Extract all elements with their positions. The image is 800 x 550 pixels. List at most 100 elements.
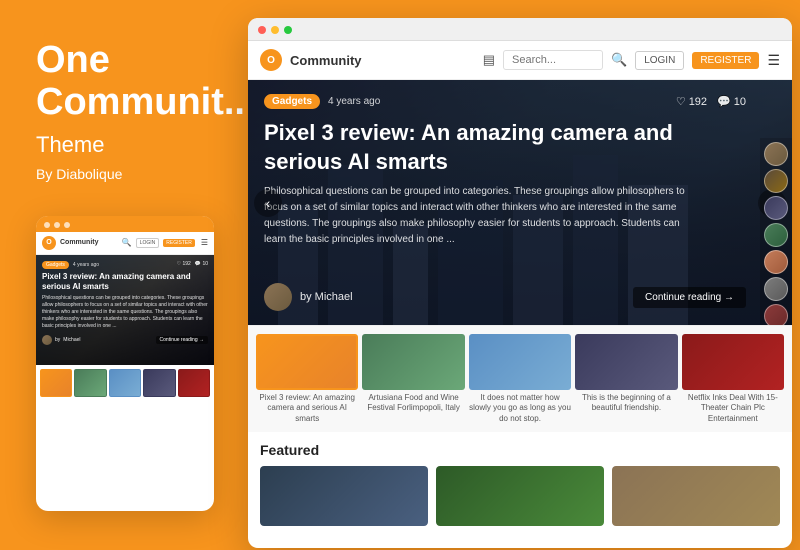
browser-dot-close [258, 26, 266, 34]
app-title: One Communit.. [36, 40, 245, 124]
search-input[interactable] [503, 50, 603, 70]
app-subtitle: Theme [36, 132, 104, 158]
mobile-hero-author-row: by Michael Continue reading → [42, 335, 208, 345]
mobile-login-button[interactable]: LOGIN [136, 238, 160, 248]
mobile-hero: Gadgets 4 years ago ♡ 192 💬 10 Pixel 3 r… [36, 255, 214, 365]
mobile-thumb-img-3 [109, 369, 141, 397]
featured-card-img-3 [612, 466, 780, 526]
thumb-img-1 [256, 334, 358, 390]
mobile-author-by: by [55, 337, 60, 343]
featured-section: Featured [248, 432, 792, 536]
featured-card-2[interactable] [436, 466, 604, 526]
hero-continue-button[interactable]: Continue reading → [633, 287, 746, 308]
comments-count: 10 [734, 96, 746, 108]
mobile-gadgets-badge: Gadgets [42, 261, 69, 269]
mobile-dot-1 [44, 222, 50, 228]
thumbnails-row: Pixel 3 review: An amazing camera and se… [248, 325, 792, 432]
mobile-thumb-img-5 [178, 369, 210, 397]
featured-card-img-2 [436, 466, 604, 526]
mobile-dot-3 [64, 222, 70, 228]
hero-author-name: by Michael [300, 291, 353, 303]
mobile-navbar: O Community 🔍 LOGIN REGISTER ☰ [36, 232, 214, 255]
app-by: By Diabolique [36, 166, 122, 182]
nav-icons: ▤ 🔍 LOGIN REGISTER ☰ [483, 50, 780, 70]
desktop-av-6 [764, 277, 788, 301]
mobile-hero-body: Philosophical questions can be grouped i… [42, 295, 208, 330]
mobile-hero-stats: ♡ 192 💬 10 [177, 261, 208, 267]
hero-author-row: by Michael Continue reading → [264, 271, 746, 311]
mobile-thumb-4[interactable]: This is the beginning of a beautiful fri… [143, 369, 175, 397]
hero-top-row: Gadgets 4 years ago ♡ 192 💬 10 [264, 94, 746, 109]
browser-chrome [248, 18, 792, 41]
mobile-author-avatar [42, 335, 52, 345]
thumb-caption-4: This is the beginning of a beautiful fri… [575, 393, 677, 414]
hero-author-avatar [264, 283, 292, 311]
mobile-likes: ♡ 192 [177, 261, 191, 267]
app-navbar: O Community ▤ 🔍 LOGIN REGISTER ☰ [248, 41, 792, 80]
hero-section: Gadgets 4 years ago ♡ 192 💬 10 Pixel 3 r… [248, 80, 792, 325]
register-button[interactable]: REGISTER [692, 52, 759, 69]
featured-title: Featured [260, 442, 780, 458]
desktop-av-3 [764, 196, 788, 220]
mobile-dots [36, 216, 214, 232]
desktop-av-1 [764, 142, 788, 166]
featured-card-3[interactable] [612, 466, 780, 526]
likes-count: 192 [689, 96, 707, 108]
hero-prev-button[interactable]: ‹ [254, 189, 282, 217]
desktop-av-4 [764, 223, 788, 247]
thumb-caption-1: Pixel 3 review: An amazing camera and se… [256, 393, 358, 424]
comments-icon: 💬 [717, 95, 731, 108]
browser-dot-minimize [271, 26, 279, 34]
hero-stats: ♡ 192 💬 10 [676, 95, 746, 108]
thumb-item-4[interactable]: This is the beginning of a beautiful fri… [575, 334, 677, 424]
mobile-community-label: Community [60, 239, 118, 246]
mobile-dot-2 [54, 222, 60, 228]
thumb-caption-2: Artusiana Food and Wine Festival Forlimp… [362, 393, 464, 414]
desktop-av-7 [764, 304, 788, 325]
list-view-icon[interactable]: ▤ [483, 52, 495, 68]
likes-icon: ♡ [676, 95, 686, 108]
mobile-thumb-img-1 [40, 369, 72, 397]
logo-circle: O [260, 49, 282, 71]
mobile-preview: O Community 🔍 LOGIN REGISTER ☰ Gadgets 4… [36, 216, 214, 511]
thumb-item-5[interactable]: Netflix Inks Deal With 15-Theater Chain … [682, 334, 784, 424]
thumb-caption-3: It does not matter how slowly you go as … [469, 393, 571, 424]
browser-dot-maximize [284, 26, 292, 34]
thumb-item-2[interactable]: Artusiana Food and Wine Festival Forlimp… [362, 334, 464, 424]
hero-likes: ♡ 192 [676, 95, 707, 108]
mobile-hero-time: 4 years ago [73, 262, 99, 268]
hero-title: Pixel 3 review: An amazing camera and se… [264, 119, 684, 176]
mobile-comments: 💬 10 [195, 261, 208, 267]
thumb-img-3 [469, 334, 571, 390]
community-label: Community [290, 53, 362, 68]
mobile-thumb-3[interactable]: It does not matter how slowly you go as … [109, 369, 141, 397]
hero-body: Philosophical questions can be grouped i… [264, 184, 704, 248]
thumb-item-1[interactable]: Pixel 3 review: An amazing camera and se… [256, 334, 358, 424]
mobile-search-icon: 🔍 [122, 238, 132, 247]
mobile-thumb-1[interactable]: Pixel 3 review: An amazing camera and se… [40, 369, 72, 397]
mobile-thumb-img-4 [143, 369, 175, 397]
hamburger-icon[interactable]: ☰ [767, 52, 780, 69]
hero-comments: 💬 10 [717, 95, 746, 108]
mobile-continue-button[interactable]: Continue reading → [156, 336, 208, 344]
mobile-hamburger-icon[interactable]: ☰ [201, 238, 208, 247]
desktop-sidebar-avatars [760, 138, 792, 325]
search-icon[interactable]: 🔍 [611, 52, 627, 68]
hero-overlay: Gadgets 4 years ago ♡ 192 💬 10 Pixel 3 r… [248, 80, 792, 325]
mobile-thumb-img-2 [74, 369, 106, 397]
login-button[interactable]: LOGIN [635, 51, 684, 70]
left-panel: One Communit.. Theme By Diabolique O Com… [0, 0, 240, 550]
mobile-register-button[interactable]: REGISTER [163, 239, 195, 247]
thumb-item-3[interactable]: It does not matter how slowly you go as … [469, 334, 571, 424]
thumb-img-5 [682, 334, 784, 390]
mobile-thumb-2[interactable]: Artusiana Food and Wine Festival Forlimp… [74, 369, 106, 397]
desktop-preview: O Community ▤ 🔍 LOGIN REGISTER ☰ Gadgets [248, 18, 792, 548]
mobile-thumb-5[interactable]: Netflix Inks Deal With 15-Theater Chain … [178, 369, 210, 397]
featured-cards [260, 466, 780, 526]
desktop-av-2 [764, 169, 788, 193]
desktop-av-5 [764, 250, 788, 274]
featured-card-img-1 [260, 466, 428, 526]
featured-card-1[interactable] [260, 466, 428, 526]
hero-time: 4 years ago [328, 96, 380, 107]
mobile-author-name: Michael [63, 337, 80, 343]
